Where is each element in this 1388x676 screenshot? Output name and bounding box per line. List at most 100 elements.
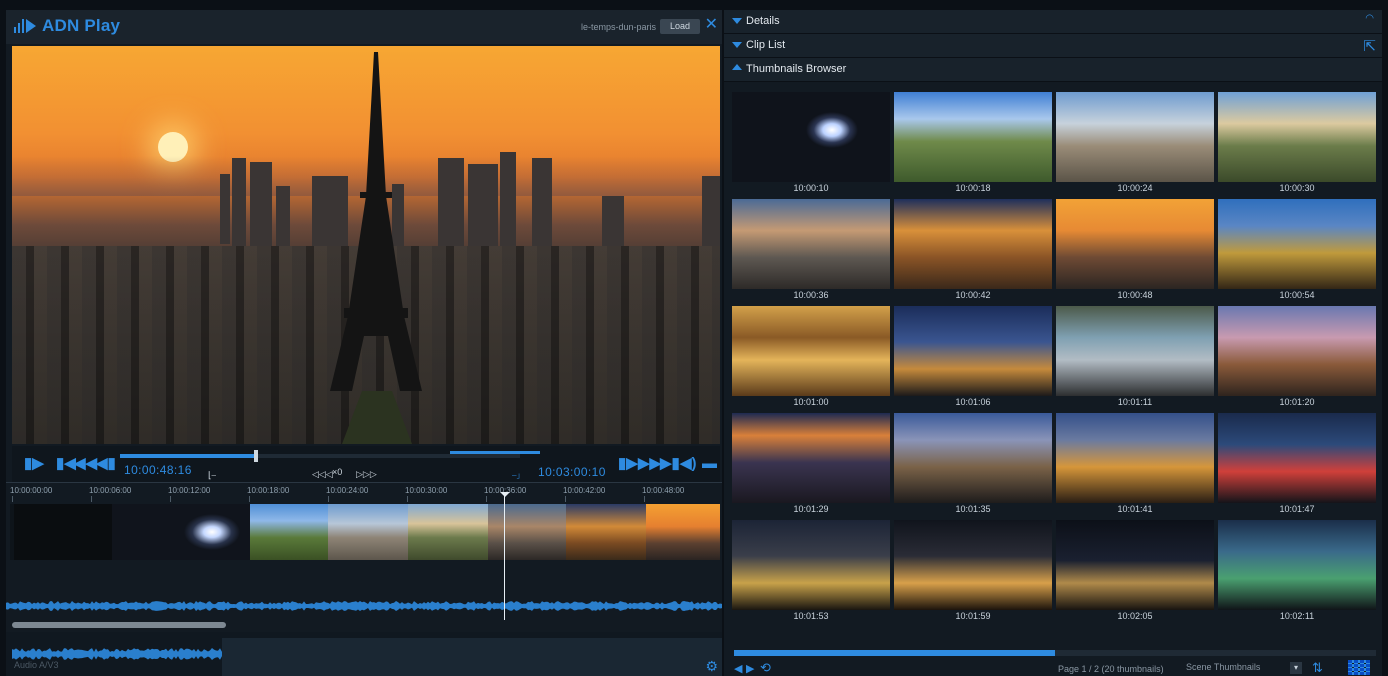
filmstrip-frame	[408, 504, 488, 560]
thumbnail-item[interactable]: 10:01:11	[1056, 306, 1214, 410]
playhead[interactable]	[504, 494, 505, 620]
thumbnail-image[interactable]	[1218, 520, 1376, 610]
thumbnail-timecode: 10:02:11	[1279, 611, 1315, 621]
thumbnails-browser-header[interactable]: Thumbnails Browser	[724, 58, 1382, 82]
thumbnail-image[interactable]	[894, 520, 1052, 610]
thumbnail-image[interactable]	[894, 199, 1052, 289]
thumbnail-image[interactable]	[732, 520, 890, 610]
audio-waveform-track[interactable]	[6, 562, 722, 622]
thumbnail-image[interactable]	[1056, 199, 1214, 289]
thumbnail-item[interactable]: 10:01:29	[732, 413, 890, 517]
ruler-tick-label: 10:00:12:00	[168, 486, 211, 495]
step-back-icon[interactable]: ◀▮	[96, 456, 116, 471]
thumbnail-image[interactable]	[1218, 92, 1376, 182]
progress-bar[interactable]	[120, 450, 520, 462]
audio-track-label: Audio A/V3	[14, 660, 59, 670]
sort-icon[interactable]: ⇅	[1312, 660, 1323, 676]
volume-icon[interactable]: ◀)	[680, 456, 697, 471]
progress-handle[interactable]	[254, 450, 258, 462]
thumbnail-timecode: 10:01:06	[955, 397, 991, 407]
thumbnail-timecode: 10:00:42	[955, 290, 991, 300]
thumbnail-item[interactable]: 10:01:59	[894, 520, 1052, 624]
thumbnail-image[interactable]	[894, 306, 1052, 396]
go-start-icon[interactable]: ▮◀	[56, 456, 76, 471]
page-scrollbar[interactable]	[734, 650, 1376, 656]
jog-back-icon[interactable]: ◁◁◁	[312, 469, 333, 480]
thumbnail-item[interactable]: 10:00:48	[1056, 199, 1214, 303]
go-end-icon[interactable]: ▶▮	[660, 456, 680, 471]
page-scrollbar-thumb[interactable]	[734, 650, 1055, 656]
next-page-icon[interactable]: ▶	[746, 662, 754, 675]
chevron-down-icon[interactable]: ▾	[1290, 662, 1302, 674]
thumbnail-image[interactable]	[894, 413, 1052, 503]
thumbnail-item[interactable]: 10:00:54	[1218, 199, 1376, 303]
thumbnail-image[interactable]	[894, 92, 1052, 182]
thumbnail-image[interactable]	[732, 199, 890, 289]
thumbnail-item[interactable]: 10:00:18	[894, 92, 1052, 196]
jog-forward-icon[interactable]: ▷▷▷	[356, 469, 377, 480]
video-filmstrip-track[interactable]	[10, 504, 720, 560]
previous-page-icon[interactable]: ◀	[734, 662, 742, 675]
filmstrip-frame	[250, 504, 328, 560]
ruler-tick-label: 10:00:48:00	[642, 486, 685, 495]
load-button[interactable]: Load	[660, 19, 700, 34]
thumbnail-item[interactable]: 10:01:20	[1218, 306, 1376, 410]
thumbnail-image[interactable]	[1218, 413, 1376, 503]
in-timecode: 10:00:48:16	[124, 463, 192, 477]
wifi-icon[interactable]: ◠	[1365, 13, 1374, 24]
thumbnail-item[interactable]: 10:01:00	[732, 306, 890, 410]
grid-view-icon[interactable]	[1348, 660, 1370, 675]
thumbnail-image[interactable]	[1056, 306, 1214, 396]
thumbnails-browser-label: Thumbnails Browser	[746, 63, 847, 75]
gear-icon[interactable]: ⚙	[705, 658, 718, 675]
thumbnail-item[interactable]: 10:01:06	[894, 306, 1052, 410]
thumbnail-mode-select[interactable]: Scene Thumbnails	[1186, 662, 1286, 675]
timeline-scrollbar[interactable]	[12, 622, 226, 628]
thumbnail-item[interactable]: 10:00:24	[1056, 92, 1214, 196]
details-label: Details	[746, 15, 780, 27]
thumbnail-image[interactable]	[1218, 306, 1376, 396]
thumbnail-item[interactable]: 10:02:05	[1056, 520, 1214, 624]
thumbnail-item[interactable]: 10:00:10	[732, 92, 890, 196]
thumbnail-timecode: 10:00:10	[793, 183, 829, 193]
thumbnail-item[interactable]: 10:00:36	[732, 199, 890, 303]
thumbnail-item[interactable]: 10:01:35	[894, 413, 1052, 517]
thumbnail-image[interactable]	[732, 413, 890, 503]
thumbnail-item[interactable]: 10:01:53	[732, 520, 890, 624]
fast-forward-icon[interactable]: ▶▶	[638, 456, 661, 471]
loop-icon[interactable]: ⟲	[760, 660, 771, 676]
audio-overview-lane[interactable]	[6, 632, 722, 676]
ruler-tick-label: 10:00:24:00	[326, 486, 369, 495]
thumbnail-item[interactable]: 10:02:11	[1218, 520, 1376, 624]
thumbnail-timecode: 10:01:00	[793, 397, 829, 407]
mark-in-icon[interactable]: ⌊⎯	[208, 470, 216, 481]
play-icon[interactable]: ▮▶	[618, 456, 638, 471]
thumbnail-item[interactable]: 10:01:41	[1056, 413, 1214, 517]
video-viewer[interactable]	[12, 46, 720, 444]
thumbnail-timecode: 10:00:48	[1117, 290, 1153, 300]
speed-indicator: ×0	[332, 467, 343, 477]
close-icon[interactable]: ✕	[705, 17, 718, 33]
waveform-graphic	[6, 601, 722, 611]
thumbnail-image[interactable]	[1056, 520, 1214, 610]
thumbnail-item[interactable]: 10:00:42	[894, 199, 1052, 303]
progress-fill	[120, 454, 256, 458]
fullscreen-icon[interactable]: ▬	[702, 456, 717, 471]
prev-mark-icon[interactable]: ▮▶	[24, 456, 44, 471]
thumbnail-image[interactable]	[732, 306, 890, 396]
thumbnail-image[interactable]	[732, 92, 890, 182]
thumbnail-image[interactable]	[1218, 199, 1376, 289]
clip-list-header[interactable]: Clip List ⇱	[724, 34, 1382, 58]
playhead-marker[interactable]	[500, 492, 510, 497]
details-header[interactable]: Details ◠	[724, 10, 1382, 34]
thumbnail-image[interactable]	[1056, 413, 1214, 503]
thumbnail-item[interactable]: 10:01:47	[1218, 413, 1376, 517]
thumbnail-item[interactable]: 10:00:30	[1218, 92, 1376, 196]
export-icon[interactable]: ⇱	[1363, 37, 1376, 55]
thumbnail-image[interactable]	[1056, 92, 1214, 182]
filmstrip-frame	[566, 504, 646, 560]
timeline-ruler[interactable]: 10:00:00:00 10:00:06:00 10:00:12:00 10:00:1…	[6, 482, 722, 502]
mark-out-icon[interactable]: ⎯⌋	[512, 470, 522, 481]
rewind-icon[interactable]: ◀◀	[74, 456, 97, 471]
ruler-tick-label: 10:00:06:00	[89, 486, 132, 495]
